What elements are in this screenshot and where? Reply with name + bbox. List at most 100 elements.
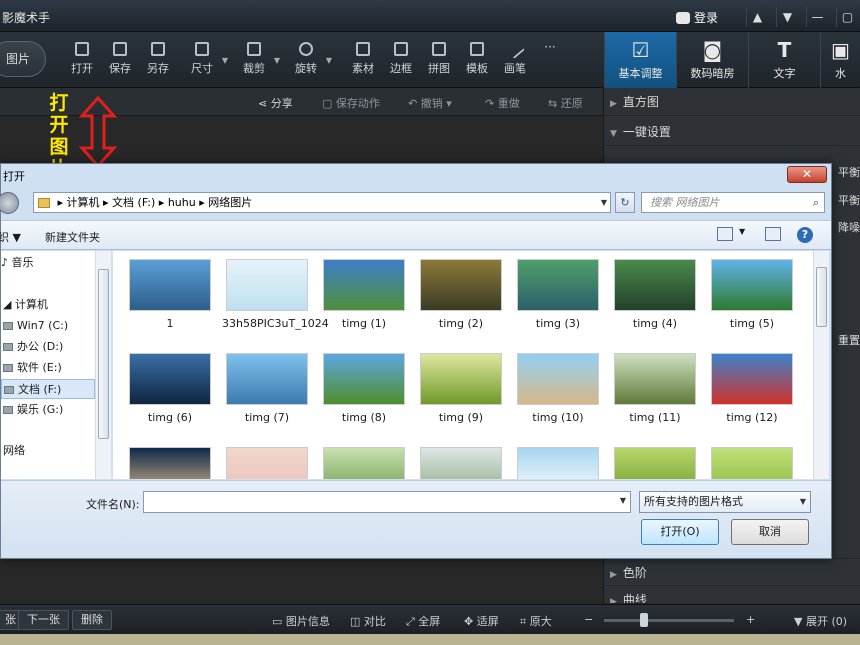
section-one-click[interactable]: ▼ 一键设置 — [604, 118, 860, 146]
back-button[interactable] — [0, 192, 19, 214]
file-thumbnail[interactable] — [513, 447, 603, 479]
image-info-button[interactable]: ▭ 图片信息 — [272, 613, 330, 629]
maximize-button[interactable]: ▢ — [836, 7, 858, 27]
file-thumbnail[interactable]: timg (10) — [513, 353, 603, 425]
tool-material[interactable]: 素材 — [343, 40, 383, 82]
nav-scrollbar[interactable] — [95, 251, 111, 479]
file-thumbnail[interactable]: timg (2) — [416, 259, 506, 331]
tab-basic-adjust[interactable]: ☑ 基本调整 — [604, 32, 676, 88]
file-thumbnail[interactable]: timg (4) — [610, 259, 700, 331]
file-thumbnail[interactable]: timg (6) — [125, 353, 215, 425]
nav-item-music[interactable]: ♪ 音乐 — [1, 253, 95, 273]
file-thumbnail[interactable]: timg (1) — [319, 259, 409, 331]
restore-button[interactable]: ⇆ 还原 — [548, 95, 583, 111]
search-input[interactable]: 搜索 网络图片 ⌕ — [641, 192, 825, 213]
file-thumbnail[interactable] — [707, 447, 797, 479]
chevron-down-icon[interactable]: ▼ — [739, 227, 745, 236]
file-thumbnail[interactable]: timg (7) — [222, 353, 312, 425]
login-button[interactable]: 登录 — [676, 9, 718, 26]
tab-digital-darkroom[interactable]: ◙ 数码暗房 — [676, 32, 748, 88]
save-action-button[interactable]: ▢ 保存动作 — [322, 95, 380, 111]
file-thumbnail[interactable]: timg (11) — [610, 353, 700, 425]
scroll-thumb[interactable] — [98, 269, 109, 439]
file-thumbnail[interactable] — [610, 447, 700, 479]
filename-input[interactable]: ▼ — [143, 491, 631, 513]
tool-template[interactable]: 模板 — [457, 40, 497, 82]
undo-button[interactable]: ↶ 撤销 ▾ — [408, 95, 452, 111]
nav-item-computer[interactable]: ◢ 计算机 — [1, 295, 95, 315]
chevron-down-icon[interactable]: ▼ — [601, 193, 607, 212]
chevron-down-icon[interactable]: ▼ — [620, 496, 626, 505]
redo-button[interactable]: ↷ 重做 — [485, 95, 520, 111]
nav-item-network[interactable]: 网络 — [1, 441, 95, 461]
file-thumbnail[interactable]: timg (9) — [416, 353, 506, 425]
address-bar[interactable]: ▸ 计算机 ▸ 文档 (F:) ▸ huhu ▸ 网络图片 ▼ — [33, 192, 611, 213]
file-thumbnail[interactable] — [125, 447, 215, 479]
file-scrollbar[interactable] — [813, 251, 829, 479]
file-thumbnail[interactable] — [222, 447, 312, 479]
menu-button[interactable]: ▼ — [776, 7, 798, 27]
expand-button[interactable]: ▼ 展开 (0) — [794, 613, 847, 629]
section-levels[interactable]: ▶ 色阶 — [604, 558, 860, 586]
preview-pane-icon[interactable] — [765, 227, 781, 241]
filetype-value: 所有支持的图片格式 — [644, 495, 743, 508]
open-picture-button[interactable]: 图片 — [0, 41, 46, 77]
zoom-slider-handle[interactable] — [640, 613, 648, 627]
tool-collage[interactable]: 拼图 — [419, 40, 459, 82]
file-thumbnail[interactable]: 33h58PIC3uT_1024 — [222, 259, 329, 331]
compare-button[interactable]: ◫ 对比 — [350, 613, 386, 629]
tool-crop[interactable]: 裁剪 ▼ — [234, 40, 280, 82]
view-options-icon[interactable] — [717, 227, 733, 241]
skin-button[interactable]: ▲ — [746, 7, 768, 27]
reset-button[interactable]: 重置 — [838, 332, 860, 348]
file-thumbnail[interactable]: timg (3) — [513, 259, 603, 331]
breadcrumb-item[interactable]: 网络图片 — [208, 196, 252, 209]
next-button[interactable]: 下一张 — [18, 610, 69, 630]
tool-open[interactable]: 打开 — [62, 40, 102, 82]
file-thumbnail[interactable]: timg (5) — [707, 259, 797, 331]
nav-item-drive-c[interactable]: Win7 (C:) — [1, 316, 95, 336]
tool-border[interactable]: 边框 — [381, 40, 421, 82]
filetype-select[interactable]: 所有支持的图片格式 ▼ — [639, 491, 811, 513]
cancel-button[interactable]: 取消 — [731, 519, 809, 545]
search-placeholder: 搜索 网络图片 — [650, 196, 720, 209]
tool-rotate[interactable]: 旋转 ▼ — [286, 40, 332, 82]
file-thumbnail[interactable] — [416, 447, 506, 479]
delete-button[interactable]: 删除 — [72, 610, 112, 630]
section-histogram[interactable]: ▶ 直方图 — [604, 88, 860, 116]
scroll-thumb[interactable] — [816, 267, 827, 327]
original-size-button[interactable]: ⌗ 原大 — [520, 613, 552, 629]
refresh-button[interactable]: ↻ — [615, 192, 635, 213]
new-folder-button[interactable]: 新建文件夹 — [45, 229, 100, 245]
close-button[interactable]: ✕ — [787, 166, 827, 183]
tool-save-as[interactable]: 另存 — [138, 40, 178, 82]
file-thumbnail[interactable]: timg (12) — [707, 353, 797, 425]
open-button[interactable]: 打开(O) — [641, 519, 719, 545]
tool-save[interactable]: 保存 — [100, 40, 140, 82]
more-tools-button[interactable]: ··· — [530, 40, 570, 82]
tab-text[interactable]: T 文字 — [748, 32, 820, 88]
zoom-in-button[interactable]: + — [746, 613, 755, 626]
zoom-slider[interactable] — [604, 613, 734, 627]
nav-item-drive-d[interactable]: 办公 (D:) — [1, 337, 95, 357]
file-thumbnail[interactable] — [319, 447, 409, 479]
zoom-out-button[interactable]: − — [584, 613, 593, 626]
breadcrumb-item[interactable]: 文档 (F:) — [112, 196, 155, 209]
share-button[interactable]: ⋖ 分享 — [258, 95, 293, 111]
nav-item-drive-g[interactable]: 娱乐 (G:) — [1, 400, 95, 420]
file-thumbnail[interactable]: 1 — [125, 259, 215, 331]
file-thumbnail[interactable]: timg (8) — [319, 353, 409, 425]
tool-brush[interactable]: 画笔 — [495, 39, 535, 82]
organize-button[interactable]: 组织 ▼ — [0, 229, 21, 245]
tab-watermark[interactable]: ▣ 水 — [820, 32, 860, 88]
breadcrumb-item[interactable]: huhu — [168, 196, 196, 209]
fit-screen-button[interactable]: ✥ 适屏 — [464, 613, 499, 629]
minimize-button[interactable]: — — [806, 7, 828, 27]
help-icon[interactable]: ? — [797, 227, 813, 243]
breadcrumb-item[interactable]: 计算机 — [67, 196, 100, 209]
tool-size[interactable]: 尺寸 ▼ — [182, 40, 228, 82]
section-curve[interactable]: ▶ 曲线 — [604, 586, 860, 604]
nav-item-drive-f[interactable]: 文档 (F:) — [1, 379, 95, 399]
nav-item-drive-e[interactable]: 软件 (E:) — [1, 358, 95, 378]
fullscreen-button[interactable]: ⤢ 全屏 — [406, 613, 440, 629]
